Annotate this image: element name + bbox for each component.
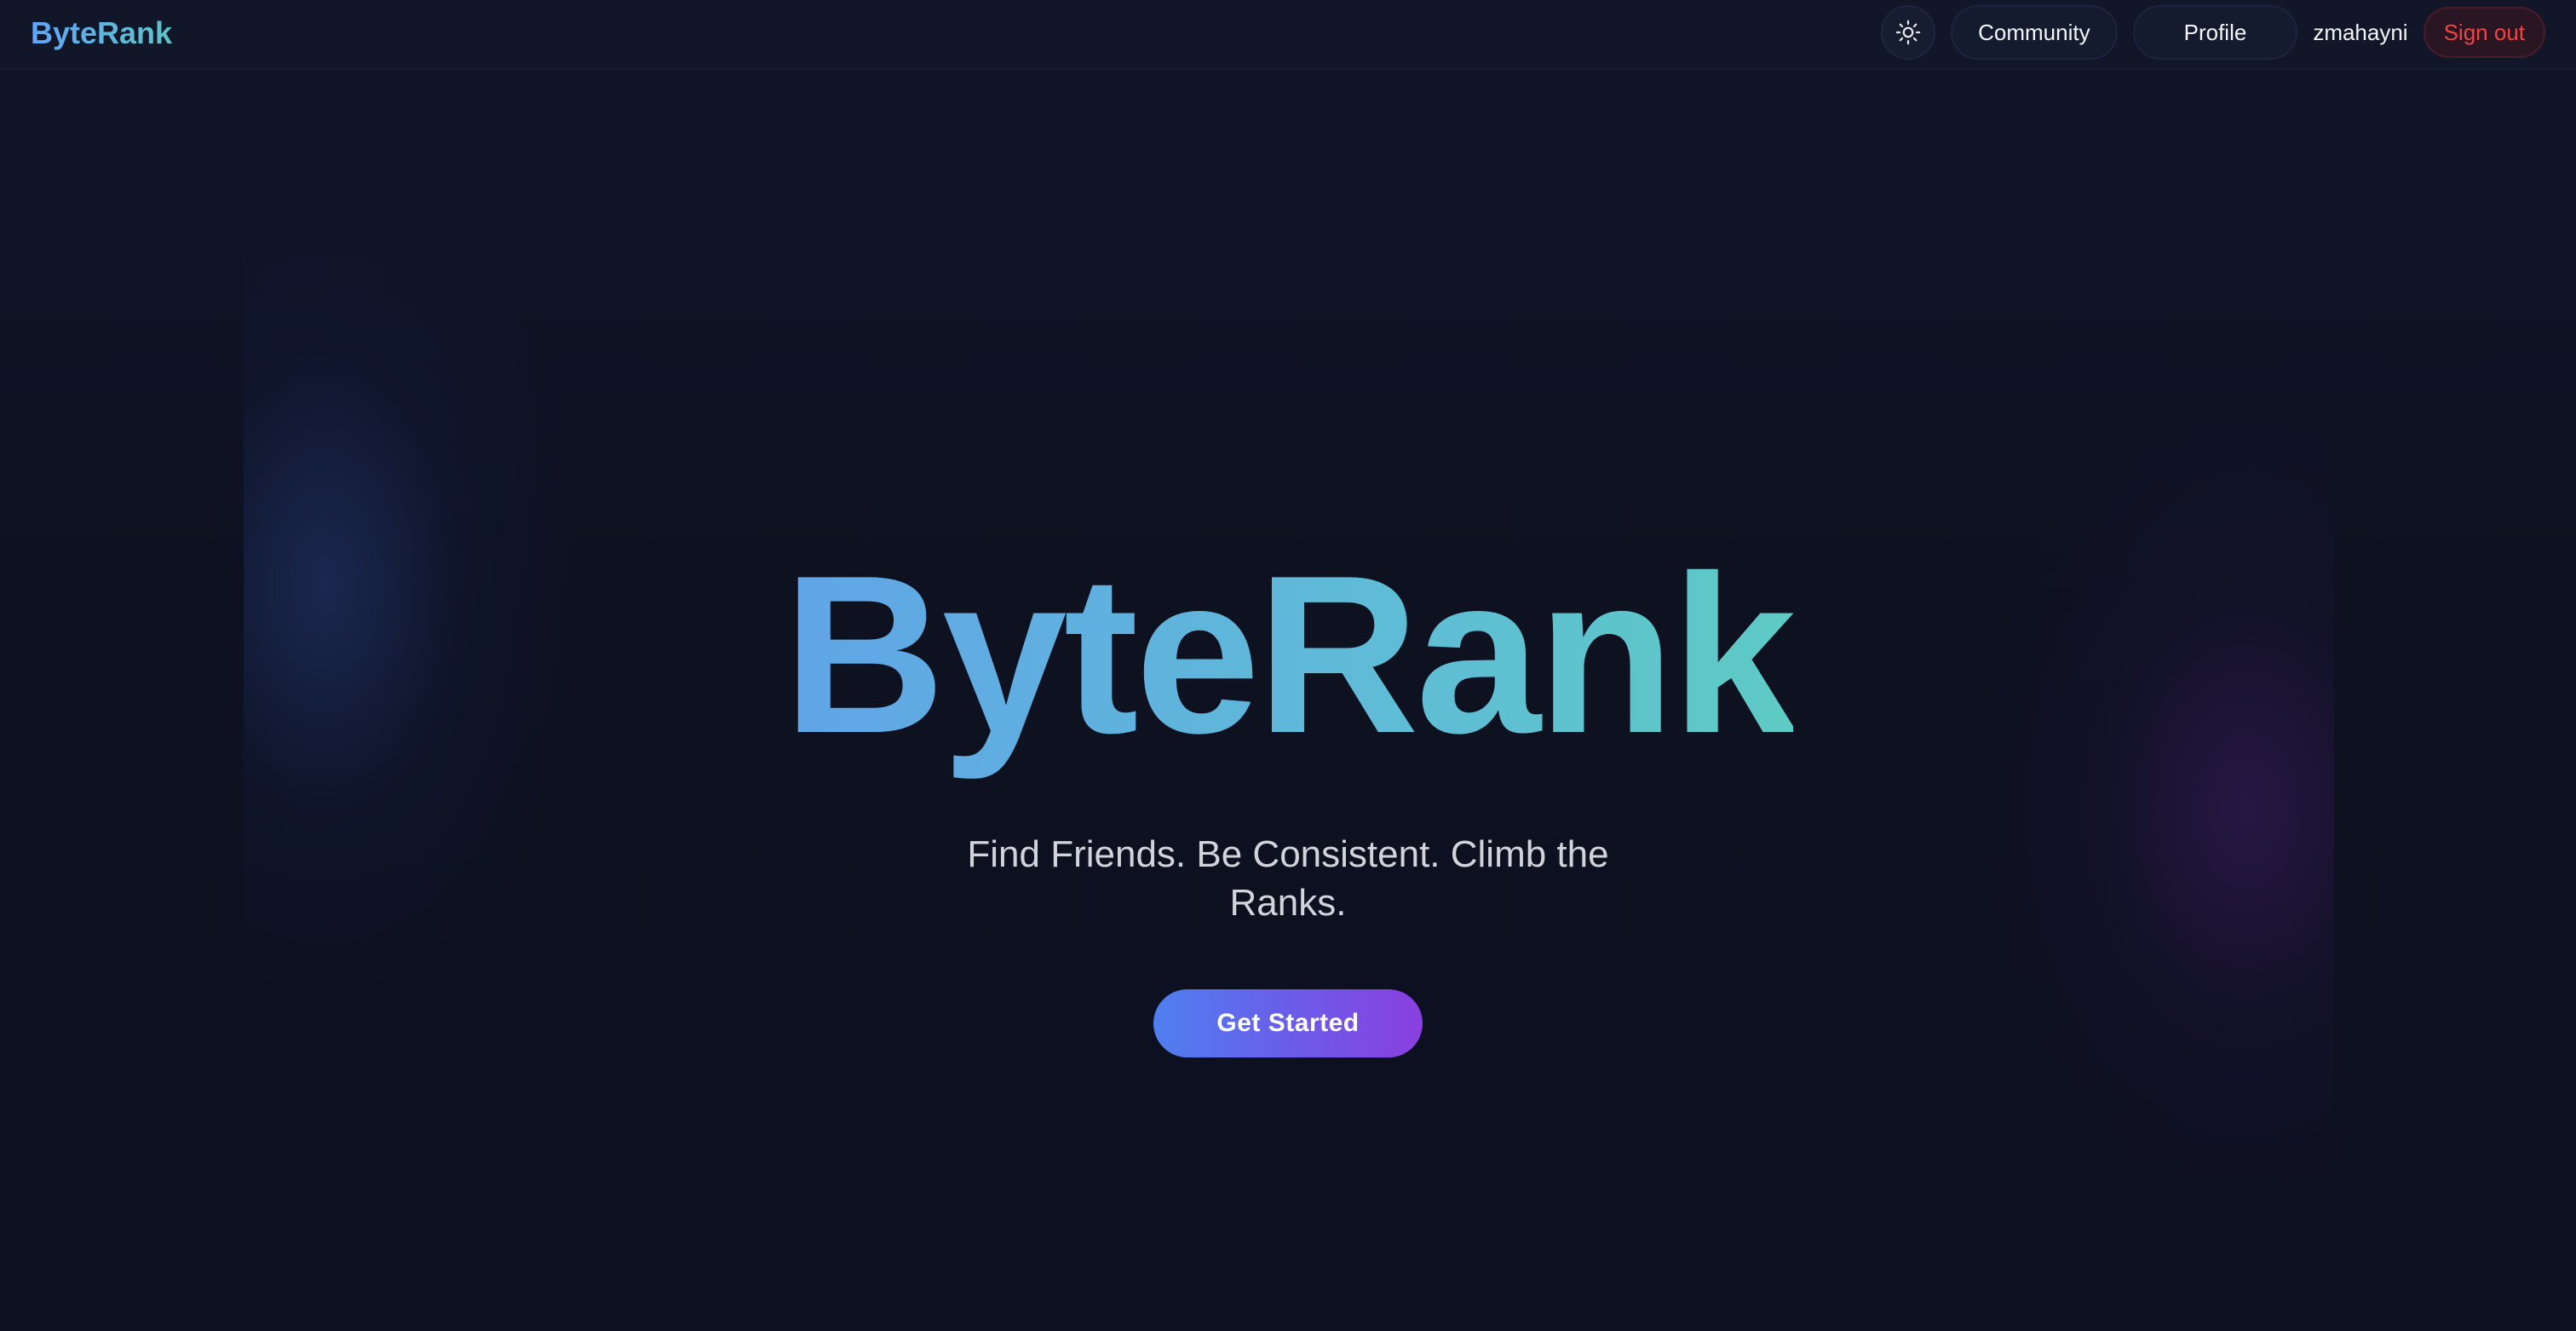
nav-actions: Community Profile zmahayni Sign out [1881,5,2545,60]
navbar: ByteRank Community Profile zmahayni Sign… [0,0,2576,70]
get-started-button[interactable]: Get Started [1153,989,1423,1057]
hero-title-text: ByteRank [783,528,1797,780]
brand-logo[interactable]: ByteRank [31,14,172,53]
theme-toggle-button[interactable] [1881,5,1936,60]
hero-tagline: Find Friends. Be Consistent. Climb the R… [967,833,1609,924]
community-button[interactable]: Community [1951,5,2118,60]
sign-out-button[interactable]: Sign out [2423,7,2545,58]
profile-button[interactable]: Profile [2132,5,2298,60]
sun-icon [1895,20,1921,45]
home-page: ByteRank Community Profile zmahayni Sign… [0,0,2576,1331]
hero-title: ByteRank [0,535,2576,774]
username-label: zmahayni [2313,19,2408,45]
